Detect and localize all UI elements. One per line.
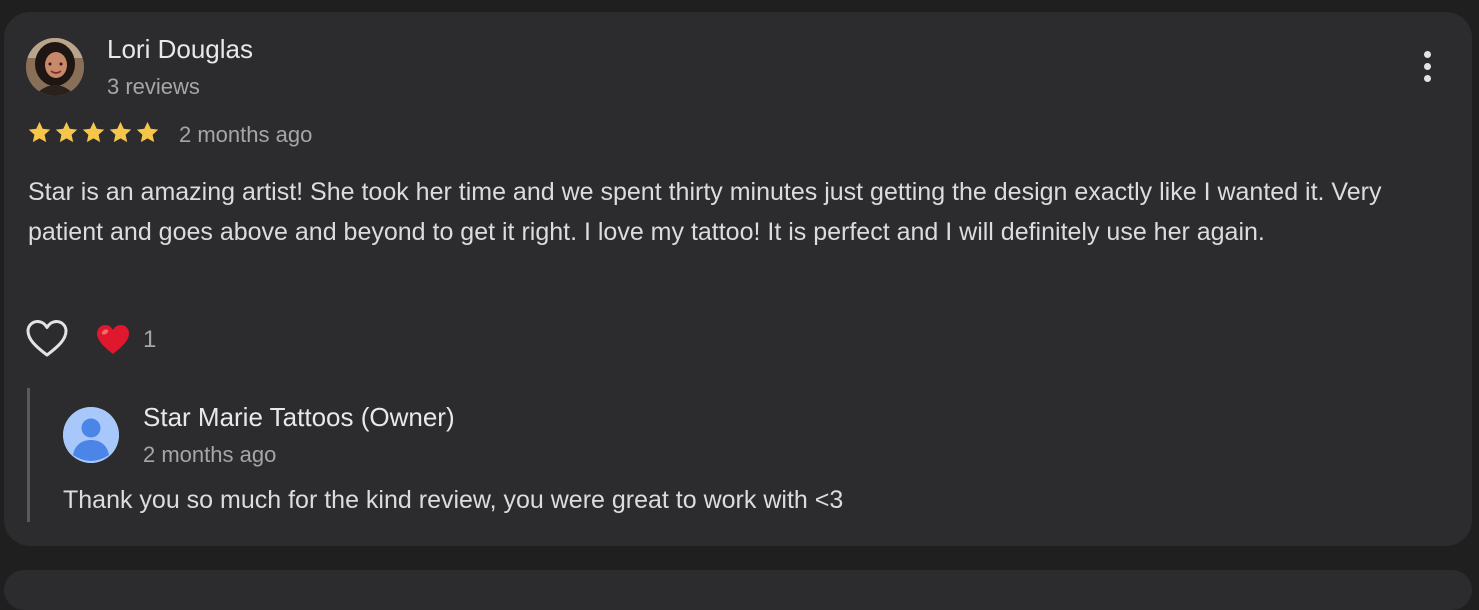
owner-reply-text: Thank you so much for the kind review, y…	[63, 486, 844, 514]
next-review-card	[4, 570, 1472, 610]
star-icon	[109, 121, 132, 143]
reviewer-avatar[interactable]	[26, 38, 84, 96]
owner-avatar	[63, 407, 119, 463]
more-vert-icon-dot	[1423, 50, 1431, 58]
reaction-count: 1	[143, 326, 157, 353]
more-options-button[interactable]	[1408, 44, 1446, 88]
star-rating	[27, 120, 160, 150]
more-vert-icon-dot	[1423, 74, 1431, 82]
heart-outline-icon	[26, 320, 68, 357]
owner-reply-date: 2 months ago	[143, 442, 277, 467]
owner-name: Star Marie Tattoos (Owner)	[143, 402, 455, 432]
review-text: Star is an amazing artist! She took her …	[28, 178, 1382, 246]
reaction-summary[interactable]: 1	[95, 322, 156, 358]
heart-emoji	[97, 325, 129, 354]
star-icon	[82, 121, 105, 143]
reviewer-review-count[interactable]: 3 reviews	[107, 74, 200, 100]
reply-divider	[27, 388, 30, 522]
reviewer-photo	[26, 38, 84, 96]
person-icon	[63, 407, 119, 463]
star-icon	[28, 121, 51, 143]
star-icon	[136, 121, 159, 143]
reviewer-name[interactable]: Lori Douglas	[107, 34, 253, 65]
like-button[interactable]	[25, 318, 69, 360]
star-icon	[55, 121, 78, 143]
more-vert-icon-dot	[1423, 62, 1431, 70]
review-date: 2 months ago	[179, 122, 313, 147]
